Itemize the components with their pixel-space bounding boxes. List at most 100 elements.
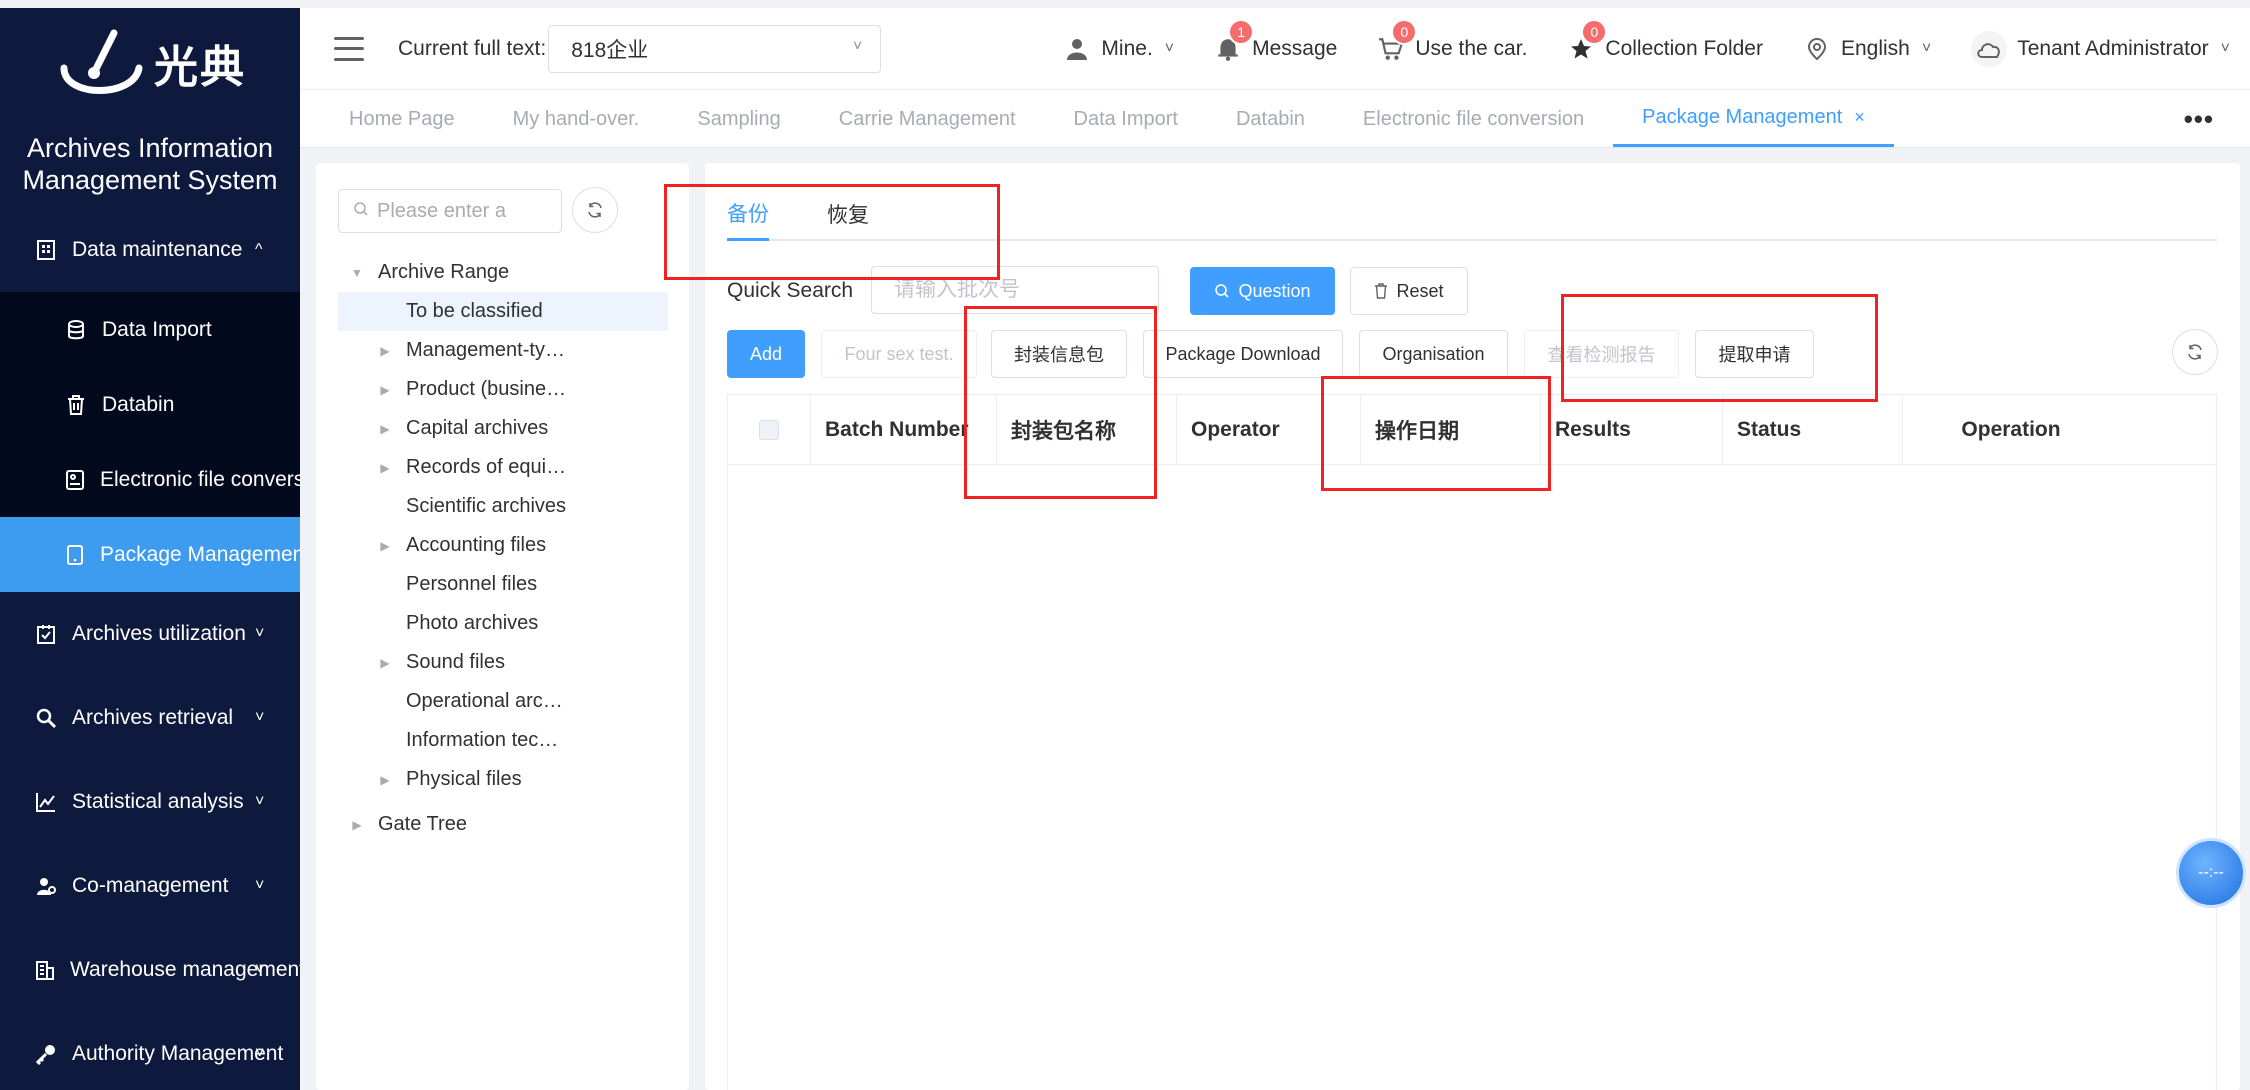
sidebar-item-label: Data Import (102, 317, 212, 341)
tree-node-archive-range[interactable]: ▼ Archive Range (338, 253, 668, 292)
enterprise-select[interactable]: 818企业 ˅ (548, 24, 882, 73)
package-download-button[interactable]: Package Download (1143, 330, 1343, 378)
tab-label: Carrie Management (838, 107, 1016, 130)
chevron-down-icon: ˅ (255, 709, 265, 726)
tab-label: Electronic file conversion (1362, 107, 1585, 130)
tree-node-scientific-archives[interactable]: Scientific archives (338, 487, 668, 526)
floating-assistant-label: --:-- (2198, 864, 2224, 881)
tree-node-photo-archives[interactable]: Photo archives (338, 604, 668, 643)
system-title: Archives Information Management System (22, 133, 278, 195)
caret-right-icon[interactable]: ▶ (378, 773, 392, 787)
sidebar-item-databin[interactable]: Databin (0, 367, 300, 442)
sidebar-item-authority-management[interactable]: Authority Management ˅ (0, 1012, 300, 1090)
tree-node-to-be-classified[interactable]: To be classified (338, 292, 668, 331)
sidebar-item-data-maintenance[interactable]: Data maintenance ^ (0, 208, 300, 292)
tree-node-operational-archives[interactable]: Operational arc… (338, 682, 668, 721)
tree-search-input[interactable] (377, 199, 557, 223)
close-icon[interactable]: × (1854, 107, 1865, 128)
tab-carrie-management[interactable]: Carrie Management (810, 91, 1045, 147)
view-tabs: Home Page My hand-over. Sampling Carrie … (300, 90, 2250, 148)
sidebar-item-archives-retrieval[interactable]: Archives retrieval ˅ (0, 676, 300, 760)
sidebar-item-electronic-file-conversion[interactable]: Electronic file conversion (0, 442, 300, 517)
database-import-icon (64, 318, 88, 342)
tree-node-information-technology[interactable]: Information tec… (338, 721, 668, 760)
tree-node-label: Sound files (406, 651, 505, 673)
tree-node-label: Physical files (406, 768, 522, 790)
tree-node-label: Photo archives (406, 612, 539, 634)
caret-right-icon[interactable]: ▶ (378, 383, 392, 397)
tab-databin[interactable]: Databin (1207, 91, 1334, 147)
caret-right-icon[interactable]: ▶ (378, 656, 392, 670)
message-label: Message (1252, 37, 1338, 60)
tree-node-physical-files[interactable]: ▶ Physical files (338, 760, 668, 799)
tree-node-sound-files[interactable]: ▶ Sound files (338, 643, 668, 682)
tab-my-hand-over[interactable]: My hand-over. (484, 91, 669, 147)
sidebar-item-label: Archives retrieval (72, 706, 234, 729)
caret-right-icon[interactable]: ▶ (378, 422, 392, 436)
language-select[interactable]: English ˅ (1803, 35, 1931, 63)
tree-node-label: Archive Range (378, 261, 510, 283)
sidebar-item-co-management[interactable]: Co-management ˅ (0, 844, 300, 928)
tree-refresh-button[interactable] (572, 187, 618, 233)
tab-sampling[interactable]: Sampling (668, 91, 809, 147)
tab-restore[interactable]: 恢复 (827, 187, 869, 241)
sidebar-item-label: Authority Management (72, 1042, 284, 1065)
tab-home-page[interactable]: Home Page (320, 91, 484, 147)
sidebar-item-label: Co-management (72, 874, 229, 897)
add-button[interactable]: Add (727, 330, 805, 378)
tree-node-personnel-files[interactable]: Personnel files (338, 565, 668, 604)
tree-node-records-of-equipment[interactable]: ▶ Records of equi… (338, 448, 668, 487)
sidebar-item-label: Archives utilization (72, 622, 246, 645)
tree-node-accounting-files[interactable]: ▶ Accounting files (338, 526, 668, 565)
sidebar-item-label: Electronic file conversion (100, 467, 300, 491)
chevron-down-icon: ˅ (255, 961, 265, 978)
caret-right-icon[interactable]: ▶ (378, 344, 392, 358)
caret-right-icon[interactable]: ▶ (378, 461, 392, 475)
tree-node-capital-archives[interactable]: ▶ Capital archives (338, 409, 668, 448)
tree-node-gate-tree[interactable]: ▶ Gate Tree (338, 805, 668, 844)
tab-data-import[interactable]: Data Import (1045, 91, 1207, 147)
tree-node-label: Scientific archives (406, 495, 567, 517)
collection-folder-button[interactable]: 0 Collection Folder (1567, 19, 1763, 63)
collection-count-badge: 0 (1581, 19, 1608, 45)
sidebar-item-statistical-analysis[interactable]: Statistical analysis ˅ (0, 760, 300, 844)
caret-right-icon[interactable]: ▶ (378, 539, 392, 553)
tab-backup[interactable]: 备份 (727, 187, 769, 241)
tree-node-label: Capital archives (406, 417, 549, 439)
sidebar-menu: Data maintenance ^ Data Import Databin E… (0, 208, 300, 1090)
four-sex-test-button[interactable]: Four sex test. (821, 330, 977, 378)
user-menu[interactable]: Tenant Administrator ˅ (1971, 31, 2230, 67)
select-all-checkbox[interactable] (759, 420, 779, 440)
message-button[interactable]: 1 Message (1214, 19, 1338, 63)
sidebar-item-package-management[interactable]: Package Management (0, 517, 300, 592)
package-info-button[interactable]: 封装信息包 (991, 330, 1127, 378)
view-report-button[interactable]: 查看检测报告 (1524, 330, 1679, 378)
reset-button[interactable]: Reset (1350, 267, 1468, 315)
tree-search-box (338, 189, 562, 233)
tree-node-management-type[interactable]: ▶ Management-ty… (338, 331, 668, 370)
question-button[interactable]: Question (1190, 267, 1335, 315)
logo-text: 光典 (154, 43, 246, 92)
car-button[interactable]: 0 Use the car. (1377, 19, 1527, 63)
floating-assistant-button[interactable]: --:-- (2176, 838, 2246, 908)
tab-package-management[interactable]: Package Management × (1613, 91, 1894, 147)
more-tabs-icon[interactable]: ••• (2184, 104, 2214, 135)
chevron-down-icon: ˅ (2220, 40, 2230, 57)
organisation-button[interactable]: Organisation (1359, 330, 1508, 378)
caret-right-icon[interactable]: ▶ (350, 818, 364, 832)
menu-toggle-icon[interactable] (334, 36, 364, 61)
tree-node-product[interactable]: ▶ Product (busine… (338, 370, 668, 409)
tab-electronic-file-conversion[interactable]: Electronic file conversion (1334, 91, 1613, 147)
sidebar-item-archives-utilization[interactable]: Archives utilization ˅ (0, 592, 300, 676)
sidebar-item-data-import[interactable]: Data Import (0, 292, 300, 367)
batch-number-search-input[interactable] (871, 266, 1159, 314)
chevron-down-icon: ˅ (1164, 40, 1175, 57)
package-management-panel: 备份 恢复 Quick Search Question Reset Add Fo… (705, 163, 2240, 1090)
extract-application-button[interactable]: 提取申请 (1695, 330, 1814, 378)
caret-down-icon[interactable]: ▼ (350, 266, 364, 280)
mine-menu[interactable]: Mine. ˅ (1063, 35, 1174, 63)
user-name: Tenant Administrator (2017, 37, 2209, 60)
table-refresh-button[interactable] (2172, 329, 2218, 375)
warehouse-icon (34, 958, 56, 982)
sidebar-item-warehouse-management[interactable]: Warehouse management ˅ (0, 928, 300, 1012)
